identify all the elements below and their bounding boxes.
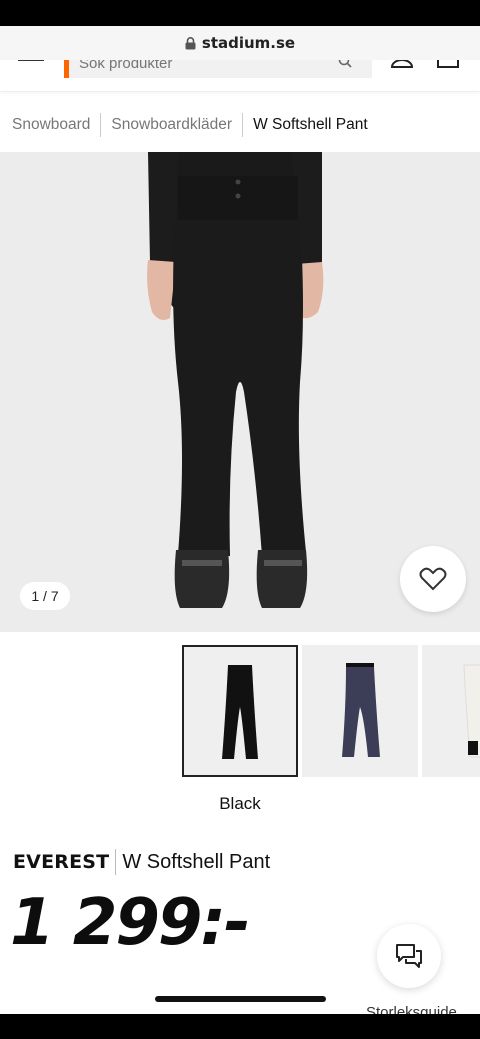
title-divider [115,849,117,875]
search-field[interactable] [64,60,372,78]
heart-icon [419,567,447,591]
url-text: stadium.se [201,34,296,52]
breadcrumb: Snowboard Snowboardkläder W Softshell Pa… [12,112,368,138]
chat-icon [396,944,422,968]
selected-color-label: Black [219,794,261,813]
variant-thumb-navy[interactable] [302,645,418,777]
bottom-bar [0,1014,480,1039]
variant-image [222,665,258,759]
user-icon[interactable] [390,60,414,68]
search-icon[interactable] [338,60,352,68]
product-name: W Softshell Pant [122,850,271,873]
variant-image [342,663,380,757]
breadcrumb-item-snowboard[interactable]: Snowboard [12,116,90,134]
search-input[interactable] [69,60,372,78]
breadcrumb-divider [242,113,244,137]
variant-thumbnails [0,645,480,777]
breadcrumb-item-current: W Softshell Pant [253,116,368,133]
variant-image [463,664,480,758]
browser-address-bar[interactable]: stadium.se [0,26,480,60]
variant-thumb-black[interactable] [182,645,298,777]
product-title: EVEREST W Softshell Pant [13,849,270,875]
variant-thumb-white[interactable] [422,645,480,777]
status-bar [0,0,480,26]
menu-icon[interactable] [18,60,44,64]
site-header [0,60,480,92]
product-brand[interactable]: EVEREST [13,851,109,873]
favorite-button[interactable] [400,546,466,612]
cart-icon[interactable] [436,60,460,68]
breadcrumb-item-snowboardklader[interactable]: Snowboardkläder [111,116,232,134]
breadcrumb-divider [100,113,102,137]
product-price: 1 299:- [10,886,251,960]
chat-button[interactable] [377,924,441,988]
home-indicator[interactable] [155,996,326,1002]
lock-icon [185,36,196,50]
image-counter: 1 / 7 [20,582,70,610]
